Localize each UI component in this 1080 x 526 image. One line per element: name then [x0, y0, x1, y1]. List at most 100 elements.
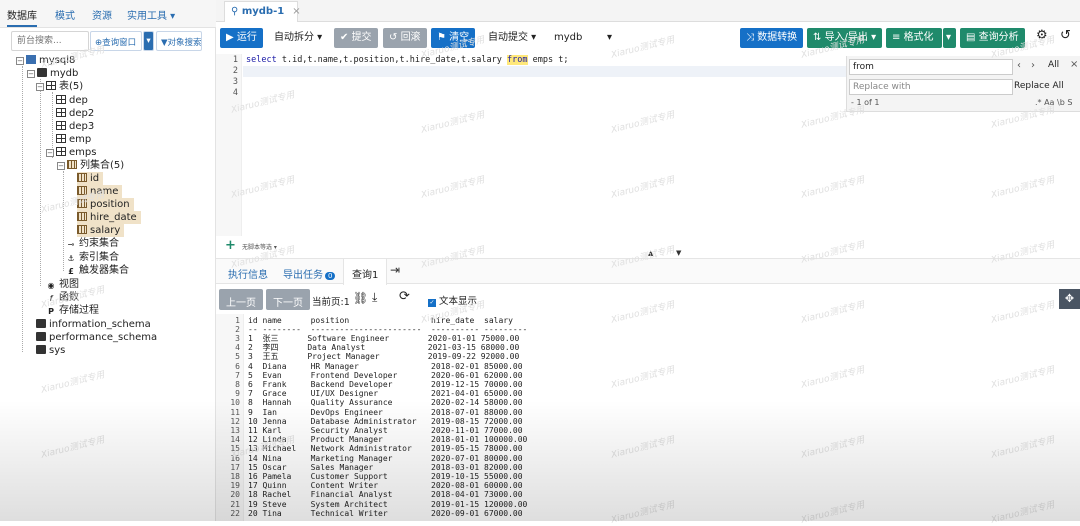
- line-number: 2: [235, 325, 240, 334]
- rollback-button[interactable]: ↺ 回滚: [383, 28, 427, 48]
- collapse-icon[interactable]: −: [36, 83, 44, 91]
- close-find-icon[interactable]: ×: [1070, 59, 1078, 70]
- text-view-toggle[interactable]: ✓ 文本显示: [428, 293, 477, 307]
- format-button[interactable]: ≡ 格式化: [886, 28, 942, 48]
- collapse-icon[interactable]: −: [27, 70, 35, 78]
- download-icon[interactable]: ⤓: [372, 290, 377, 305]
- tab-export-tasks[interactable]: 导出任务 0: [283, 266, 336, 281]
- tree-node-table[interactable]: dep3: [56, 120, 94, 133]
- next-page-button[interactable]: 下一页: [266, 289, 310, 310]
- tree-node-table[interactable]: dep: [56, 94, 88, 107]
- collapse-icon[interactable]: −: [46, 149, 54, 157]
- result-row: 9 Ian DevOps Engineer 2018-07-01 88000.0…: [248, 407, 523, 417]
- tab-resources[interactable]: 资源: [92, 7, 112, 22]
- auto-commit-dropdown[interactable]: 自动提交 ▾: [482, 28, 542, 48]
- new-result-tab-icon[interactable]: ⇥: [390, 263, 400, 277]
- move-icon[interactable]: ✥: [1059, 289, 1080, 309]
- refresh-icon[interactable]: ⟳: [399, 289, 410, 304]
- expand-down-icon[interactable]: ▼: [676, 249, 681, 257]
- tree-node-triggers[interactable]: £ 触发器集合: [66, 264, 129, 277]
- anchor-icon: ⚓: [67, 254, 75, 263]
- line-number: 2: [232, 66, 238, 76]
- trigger-icon: £: [68, 267, 74, 276]
- result-text-grid[interactable]: 1 id name position hire_date salary 2 --…: [216, 314, 1080, 521]
- tree-node-table[interactable]: emp: [56, 133, 91, 146]
- tab-query1[interactable]: 查询1: [343, 259, 388, 285]
- line-number: 20: [230, 490, 240, 500]
- settings-gear-icon[interactable]: ⚙: [1032, 28, 1052, 48]
- line-number: 4: [235, 343, 240, 353]
- tree-node-column[interactable]: id: [77, 172, 104, 185]
- tree-node-db[interactable]: information_schema: [36, 318, 151, 331]
- tree-node-indexes[interactable]: ⚓ 索引集合: [66, 251, 119, 264]
- brush-icon: ⚑: [437, 32, 450, 43]
- tree-node-table-emps[interactable]: − emps: [46, 146, 96, 159]
- line-number: 11: [230, 407, 240, 417]
- auto-split-dropdown[interactable]: 自动拆分 ▾: [268, 28, 328, 48]
- link-icon[interactable]: ⛓: [353, 291, 368, 305]
- tree-node-column[interactable]: hire_date: [77, 211, 141, 224]
- replace-all-button[interactable]: Replace All: [1014, 81, 1064, 91]
- result-row: 4 Diana HR Manager 2018-02-01 85000.00: [248, 361, 523, 371]
- collapse-up-icon[interactable]: ▲: [648, 249, 653, 257]
- tree-node-db[interactable]: performance_schema: [36, 331, 157, 344]
- run-button[interactable]: ▶ 运行: [220, 28, 263, 48]
- undo-icon: ↺: [389, 32, 401, 43]
- tree-search-input[interactable]: [11, 31, 89, 51]
- tab-schema[interactable]: 模式: [55, 7, 75, 22]
- find-input[interactable]: from: [849, 59, 1013, 75]
- tree-node-table[interactable]: dep2: [56, 107, 94, 120]
- tab-database[interactable]: 数据库: [7, 7, 37, 27]
- close-tab-icon[interactable]: ×: [292, 6, 300, 17]
- tab-exec-info[interactable]: 执行信息: [228, 266, 268, 281]
- database-select[interactable]: mydb ▾: [548, 28, 618, 48]
- replace-input[interactable]: Replace with: [849, 79, 1013, 95]
- tab-tools[interactable]: 实用工具 ▾: [127, 7, 175, 22]
- locate-dropdown-button[interactable]: ▾: [143, 31, 154, 51]
- tree-node-constraints[interactable]: ⊸ 约束集合: [66, 237, 119, 250]
- tree-node-db[interactable]: sys: [36, 344, 65, 357]
- next-match-icon[interactable]: ›: [1031, 60, 1035, 71]
- key-icon: ⊸: [67, 240, 75, 249]
- shuffle-icon: ⤨: [746, 32, 758, 43]
- data-convert-button[interactable]: ⤨ 数据转换: [740, 28, 804, 48]
- history-icon[interactable]: ↺: [1056, 28, 1075, 48]
- prev-page-button[interactable]: 上一页: [219, 289, 263, 310]
- editor-gutter: 1 2 3 4: [216, 54, 242, 250]
- tree-node-procedures[interactable]: P 存储过程: [46, 304, 99, 317]
- import-export-button[interactable]: ⇅ 导入/导出 ▾: [807, 28, 883, 48]
- find-all-button[interactable]: All: [1048, 60, 1059, 70]
- add-icon[interactable]: +: [225, 238, 236, 253]
- collapse-icon[interactable]: −: [57, 162, 65, 170]
- tree-node-functions[interactable]: f 函数: [46, 291, 79, 304]
- script-selector[interactable]: 无脚本等选 ▾: [242, 242, 277, 251]
- collapse-icon[interactable]: −: [16, 57, 24, 65]
- result-divider: -- -------- ----------------------- ----…: [248, 325, 528, 334]
- clear-button[interactable]: ⚑ 清空: [431, 28, 476, 48]
- prev-match-icon[interactable]: ‹: [1017, 60, 1021, 71]
- result-header: id name position hire_date salary: [248, 316, 513, 325]
- tree-node-column[interactable]: name: [77, 185, 123, 198]
- line-number: 1: [235, 316, 240, 325]
- object-search-button[interactable]: ▼对象搜索: [156, 31, 202, 51]
- search-options[interactable]: .* Aa \b S: [1035, 98, 1072, 107]
- column-icon: [77, 212, 87, 221]
- query-analyze-button[interactable]: ▤ 查询分析: [960, 28, 1025, 48]
- tree-node-column[interactable]: salary: [77, 224, 125, 237]
- line-number: 12: [230, 416, 240, 426]
- tree-node-columns[interactable]: − 列集合(5): [57, 159, 124, 172]
- commit-button[interactable]: ✔ 提交: [334, 28, 378, 48]
- table-icon: [46, 81, 56, 90]
- procedure-icon: P: [48, 307, 54, 316]
- tree-node-server[interactable]: − mysql8: [16, 54, 75, 67]
- result-row: 2 李四 Data Analyst 2021-03-15 68000.00: [248, 343, 520, 353]
- tree-node-tables[interactable]: − 表(5): [36, 80, 83, 93]
- line-number: 9: [235, 389, 240, 399]
- tree-node-views[interactable]: ◉ 视图: [46, 278, 80, 291]
- locate-button[interactable]: ⊕查询窗口: [90, 31, 142, 51]
- tree-node-column[interactable]: position: [77, 198, 134, 211]
- tab-mydb-1[interactable]: ⚲ mydb-1 ×: [224, 1, 301, 22]
- tree-node-db[interactable]: − mydb: [27, 67, 78, 80]
- checkbox-checked-icon[interactable]: ✓: [428, 299, 436, 307]
- format-dropdown-button[interactable]: ▾: [943, 28, 956, 48]
